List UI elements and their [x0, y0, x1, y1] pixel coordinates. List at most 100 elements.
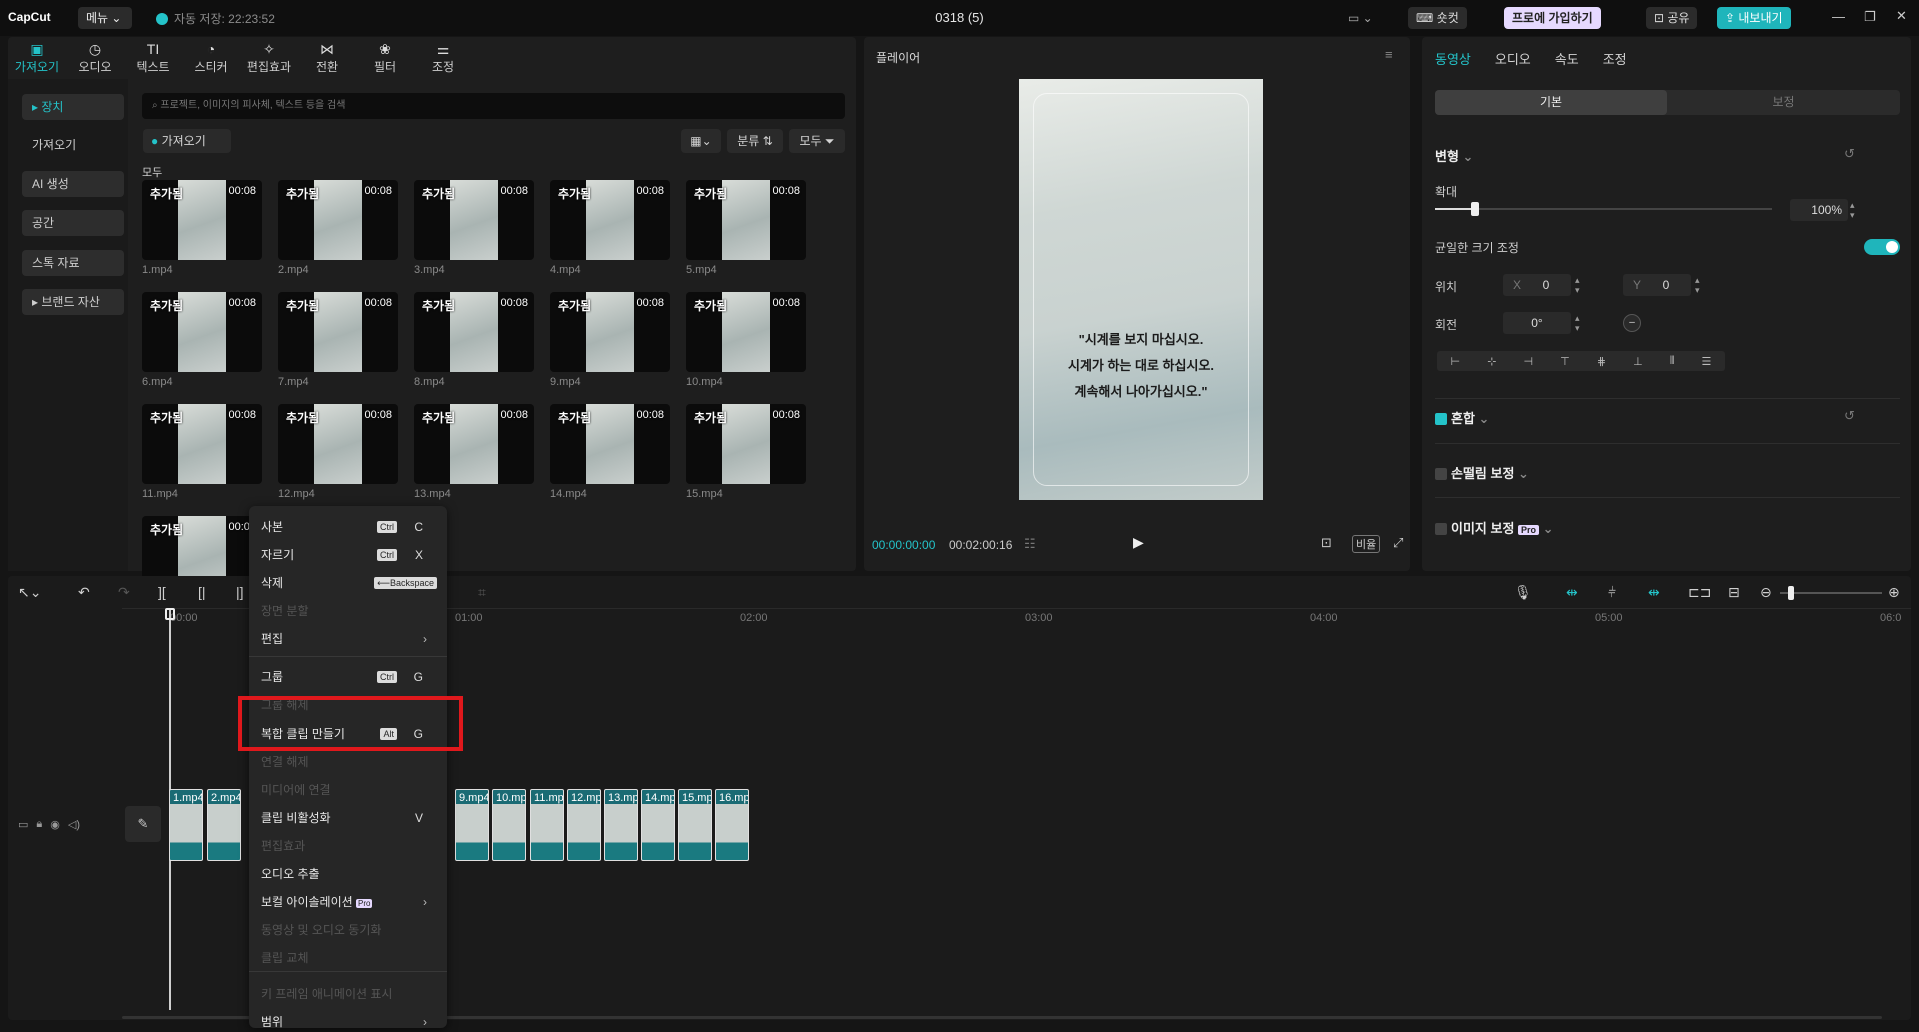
scale-input[interactable]: 100% — [1790, 199, 1848, 221]
align-center-v-icon[interactable]: ⋕ — [1597, 355, 1606, 368]
sidebar-item-brand[interactable]: ▸ 브랜드 자산 — [22, 289, 124, 315]
menu-item[interactable]: 범위 › — [261, 1012, 437, 1032]
split-icon[interactable]: ][ — [158, 584, 166, 600]
tab-import[interactable]: ▣ 가져오기 — [8, 38, 66, 78]
menu-item[interactable]: 사본 Ctrl C — [261, 517, 437, 537]
media-thumbnail[interactable]: 추가됨 00:08 — [278, 292, 398, 372]
zoom-slider[interactable] — [1780, 586, 1882, 600]
align-left-icon[interactable]: ⊢ — [1451, 355, 1461, 368]
timeline-clip[interactable]: 2.mp4 — [207, 789, 241, 861]
redo-icon[interactable]: ↷ — [118, 584, 130, 601]
sidebar-item-stock[interactable]: 스톡 자료 — [22, 250, 124, 276]
zoom-out-icon[interactable]: ⊖ — [1760, 584, 1772, 601]
tab-audio[interactable]: ◷ 오디오 — [66, 38, 124, 78]
minimize-icon[interactable]: — — [1832, 9, 1845, 24]
timeline-clip[interactable]: 10.mp4 — [492, 789, 526, 861]
split-right-icon[interactable]: |] — [236, 584, 244, 600]
ratio-button[interactable]: 비율 — [1352, 535, 1381, 553]
share-button[interactable]: ⊡ 공유 — [1646, 7, 1698, 29]
shortcut-button[interactable]: ⌨ 숏컷 — [1408, 7, 1467, 29]
lock-icon[interactable]: 🔒︎ — [36, 818, 42, 831]
zoom-in-icon[interactable]: ⊕ — [1888, 584, 1900, 601]
scale-stepper-icon[interactable]: ▴ ▾ — [1850, 200, 1855, 220]
tab-sticker[interactable]: ◔ 스티커 — [182, 38, 240, 78]
media-thumbnail[interactable]: 추가됨 00:08 — [414, 292, 534, 372]
image-adjust-section[interactable]: 이미지 보정 Pro ⌄ — [1435, 518, 1554, 537]
menu-item[interactable]: 그룹 Ctrl G — [261, 667, 437, 687]
split-left-icon[interactable]: [| — [198, 584, 206, 600]
undo-icon[interactable]: ↶ — [78, 584, 90, 601]
stabilize-checkbox[interactable] — [1435, 468, 1447, 480]
menu-item[interactable]: 삭제 ⟵Backspace — [261, 573, 437, 593]
menu-item[interactable]: 편집 › — [261, 629, 437, 649]
export-button[interactable]: ⇪ 내보내기 — [1717, 7, 1791, 29]
player-menu-icon[interactable]: ≡ — [1385, 47, 1393, 62]
playhead-handle[interactable] — [165, 608, 175, 620]
restore-icon[interactable]: ❐ — [1864, 9, 1876, 25]
uniform-scale-toggle[interactable] — [1864, 239, 1900, 255]
media-thumbnail[interactable]: 추가됨 00:08 — [686, 180, 806, 260]
timeline-clip[interactable]: 9.mp4 — [455, 789, 489, 861]
sidebar-item-ai[interactable]: AI 생성 — [22, 171, 124, 197]
distribute-h-icon[interactable]: ⫴ — [1670, 355, 1675, 368]
eye-icon[interactable]: ◉ — [50, 818, 60, 831]
stabilize-section[interactable]: 손떨림 보정 ⌄ — [1435, 463, 1529, 482]
blend-checkbox[interactable] — [1435, 413, 1447, 425]
transform-heading[interactable]: 변형 ⌄ — [1435, 146, 1473, 165]
position-y-input[interactable]: Y0 — [1623, 274, 1691, 296]
timeline-clip[interactable]: 14.mp4 — [641, 789, 675, 861]
media-thumbnail[interactable]: 추가됨 00:08 — [414, 404, 534, 484]
timeline-clip[interactable]: 16.mp4 — [715, 789, 749, 861]
import-button[interactable]: ● 가져오기 — [143, 129, 231, 153]
sidebar-item-import[interactable]: 가져오기 — [22, 132, 124, 158]
sidebar-item-device[interactable]: ▸ 장치 — [22, 94, 124, 120]
media-thumbnail[interactable]: 추가됨 00:08 — [278, 404, 398, 484]
microphone-icon[interactable]: 🎙 — [1514, 584, 1532, 601]
media-thumbnail[interactable]: 추가됨 00:08 — [686, 404, 806, 484]
speaker-icon[interactable]: ◁) — [68, 818, 80, 831]
menu-item[interactable]: 자르기 Ctrl X — [261, 545, 437, 565]
timeline-clip[interactable]: 12.mp4 — [567, 789, 601, 861]
blend-section[interactable]: 혼합 ⌄ — [1435, 408, 1489, 427]
timecode-list-icon[interactable]: ☷ — [1024, 536, 1036, 552]
pro-join-button[interactable]: 프로에 가입하기 — [1504, 7, 1601, 29]
play-icon[interactable]: ▶ — [1133, 534, 1144, 551]
media-thumbnail[interactable]: 추가됨 00:08 — [550, 404, 670, 484]
tab-audio[interactable]: 오디오 — [1495, 49, 1531, 68]
menu-item[interactable]: 보컬 아이솔레이션 Pro › — [261, 892, 437, 912]
media-thumbnail[interactable]: 추가됨 00:08 — [142, 292, 262, 372]
sort-button[interactable]: 분류 ⇅ — [727, 129, 783, 153]
rotation-stepper-icon[interactable]: ▴ ▾ — [1575, 313, 1580, 333]
select-tool-icon[interactable]: ↖⌄ — [18, 584, 41, 601]
auto-snap-icon[interactable]: ⫩ — [1608, 584, 1616, 601]
timeline-clip[interactable]: 13.mp4 — [604, 789, 638, 861]
tab-text[interactable]: TI 텍스트 — [124, 38, 182, 78]
rotation-input[interactable]: 0° — [1503, 312, 1571, 334]
subtab-basic[interactable]: 기본 — [1435, 90, 1667, 115]
media-thumbnail[interactable]: 추가됨 00:08 — [550, 292, 670, 372]
cover-edit-icon[interactable]: ✎ — [125, 806, 161, 842]
filter-button[interactable]: 모두 ⏷ — [789, 129, 845, 153]
captions-icon[interactable]: ⊟ — [1728, 584, 1740, 601]
media-thumbnail[interactable]: 추가됨 00:08 — [142, 404, 262, 484]
main-track-magnet-icon[interactable]: ⇹ — [1566, 584, 1578, 601]
tab-adjust[interactable]: 조정 — [1603, 49, 1627, 68]
tab-adjust[interactable]: ⚌ 조정 — [414, 38, 472, 78]
tab-filter[interactable]: ❀ 필터 — [356, 38, 414, 78]
y-stepper-icon[interactable]: ▴ ▾ — [1695, 275, 1700, 295]
search-input[interactable]: ⌕ 프로젝트, 이미지의 피사체, 텍스트 등을 검색 — [142, 93, 845, 119]
align-right-icon[interactable]: ⊣ — [1524, 355, 1534, 368]
fit-icon[interactable]: ⊡ — [1321, 535, 1332, 551]
x-stepper-icon[interactable]: ▴ ▾ — [1575, 275, 1580, 295]
align-bottom-icon[interactable]: ⊥ — [1633, 355, 1643, 368]
media-thumbnail[interactable]: 추가됨 00:08 — [142, 180, 262, 260]
subtab-correction[interactable]: 보정 — [1667, 90, 1900, 115]
crop-icon[interactable]: ⌗ — [478, 584, 486, 601]
video-preview[interactable]: "시계를 보지 마십시오. 시계가 하는 대로 하십시오. 계속해서 나아가십시… — [1019, 79, 1263, 500]
rotation-dial-icon[interactable]: – — [1623, 314, 1641, 332]
view-toggle-icon[interactable]: ▦⌄ — [681, 129, 721, 153]
position-x-input[interactable]: X0 — [1503, 274, 1571, 296]
align-top-icon[interactable]: ⊤ — [1560, 355, 1570, 368]
timeline-clip[interactable]: 1.mp4 — [169, 789, 203, 861]
media-thumbnail[interactable]: 추가됨 00:08 — [550, 180, 670, 260]
